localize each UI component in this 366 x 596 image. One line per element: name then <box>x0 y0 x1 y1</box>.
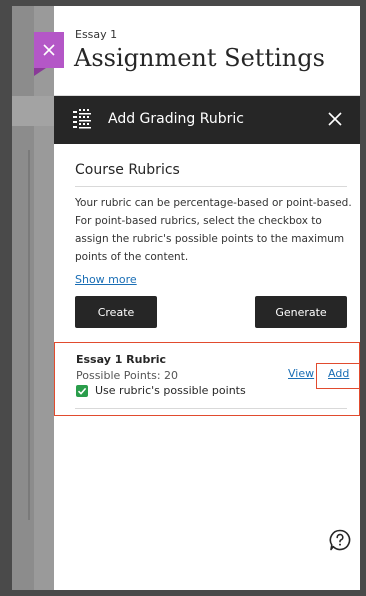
help-icon[interactable] <box>328 528 352 552</box>
frame-border-left <box>0 0 12 596</box>
rubric-name: Essay 1 Rubric <box>76 353 167 366</box>
rubric-points: Possible Points: 20 <box>76 369 179 382</box>
dimmed-band <box>12 96 54 126</box>
row-divider <box>75 408 347 409</box>
view-rubric-link[interactable]: View <box>288 367 314 380</box>
page-title: Assignment Settings <box>74 44 325 72</box>
rubric-list-item: Essay 1 Rubric Possible Points: 20 Use r… <box>54 342 360 416</box>
dimmed-sidebar <box>12 6 34 590</box>
dimmed-divider <box>28 150 30 520</box>
rubric-icon <box>73 109 91 129</box>
use-points-checkbox[interactable] <box>76 385 88 397</box>
section-divider <box>75 186 347 187</box>
settings-header: Essay 1 Assignment Settings <box>54 6 360 96</box>
create-button[interactable]: Create <box>75 296 157 328</box>
rubric-panel-header: Add Grading Rubric <box>54 96 360 144</box>
close-icon <box>43 44 55 56</box>
close-icon[interactable] <box>324 108 346 130</box>
breadcrumb: Essay 1 <box>75 28 118 41</box>
frame-border-bottom <box>0 590 366 596</box>
generate-button[interactable]: Generate <box>255 296 347 328</box>
rubric-description: Your rubric can be percentage-based or p… <box>75 197 352 263</box>
show-more-link[interactable]: Show more <box>75 273 137 286</box>
add-rubric-link[interactable]: Add <box>328 367 349 380</box>
use-points-label[interactable]: Use rubric's possible points <box>95 384 246 397</box>
section-title: Course Rubrics <box>75 162 180 178</box>
frame-border-right <box>360 0 366 596</box>
close-tab-fold <box>34 68 46 76</box>
close-settings-button[interactable] <box>34 32 64 68</box>
add-grading-rubric-panel: Add Grading Rubric Course Rubrics Your r… <box>54 96 360 590</box>
checkmark-icon <box>77 387 87 395</box>
rubric-panel-title: Add Grading Rubric <box>108 111 244 127</box>
